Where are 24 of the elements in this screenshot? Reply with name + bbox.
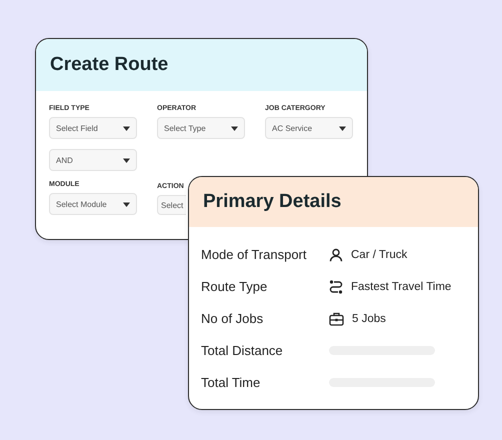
detail-value: Car / Truck: [351, 248, 408, 260]
select-field[interactable]: Select: [157, 195, 186, 215]
select-field[interactable]: AND: [49, 149, 137, 171]
card-title: Create Route: [50, 54, 168, 76]
detail-label: No of Jobs: [201, 311, 264, 326]
select-field[interactable]: AC Service: [265, 117, 353, 139]
detail-value: Fastest Travel Time: [351, 280, 452, 292]
briefcase-icon: [329, 312, 344, 326]
caret-icon: [123, 158, 130, 162]
caret-icon: [231, 126, 238, 130]
person-icon: [329, 248, 343, 262]
select-field[interactable]: Select Module: [49, 193, 137, 215]
detail-label: Total Distance: [201, 343, 284, 358]
detail-label: Total Time: [201, 375, 262, 390]
caret-icon: [339, 126, 346, 130]
select-field[interactable]: Select Field: [49, 117, 137, 139]
caret-icon: [123, 202, 130, 206]
card-title: Primary Details: [203, 191, 342, 213]
detail-value: 5 Jobs: [352, 312, 386, 324]
detail-label: Mode of Transport: [201, 247, 308, 262]
select-field[interactable]: Select Type: [157, 117, 245, 139]
detail-label: Route Type: [201, 279, 268, 294]
route-icon: [329, 280, 343, 294]
caret-icon: [123, 126, 130, 130]
